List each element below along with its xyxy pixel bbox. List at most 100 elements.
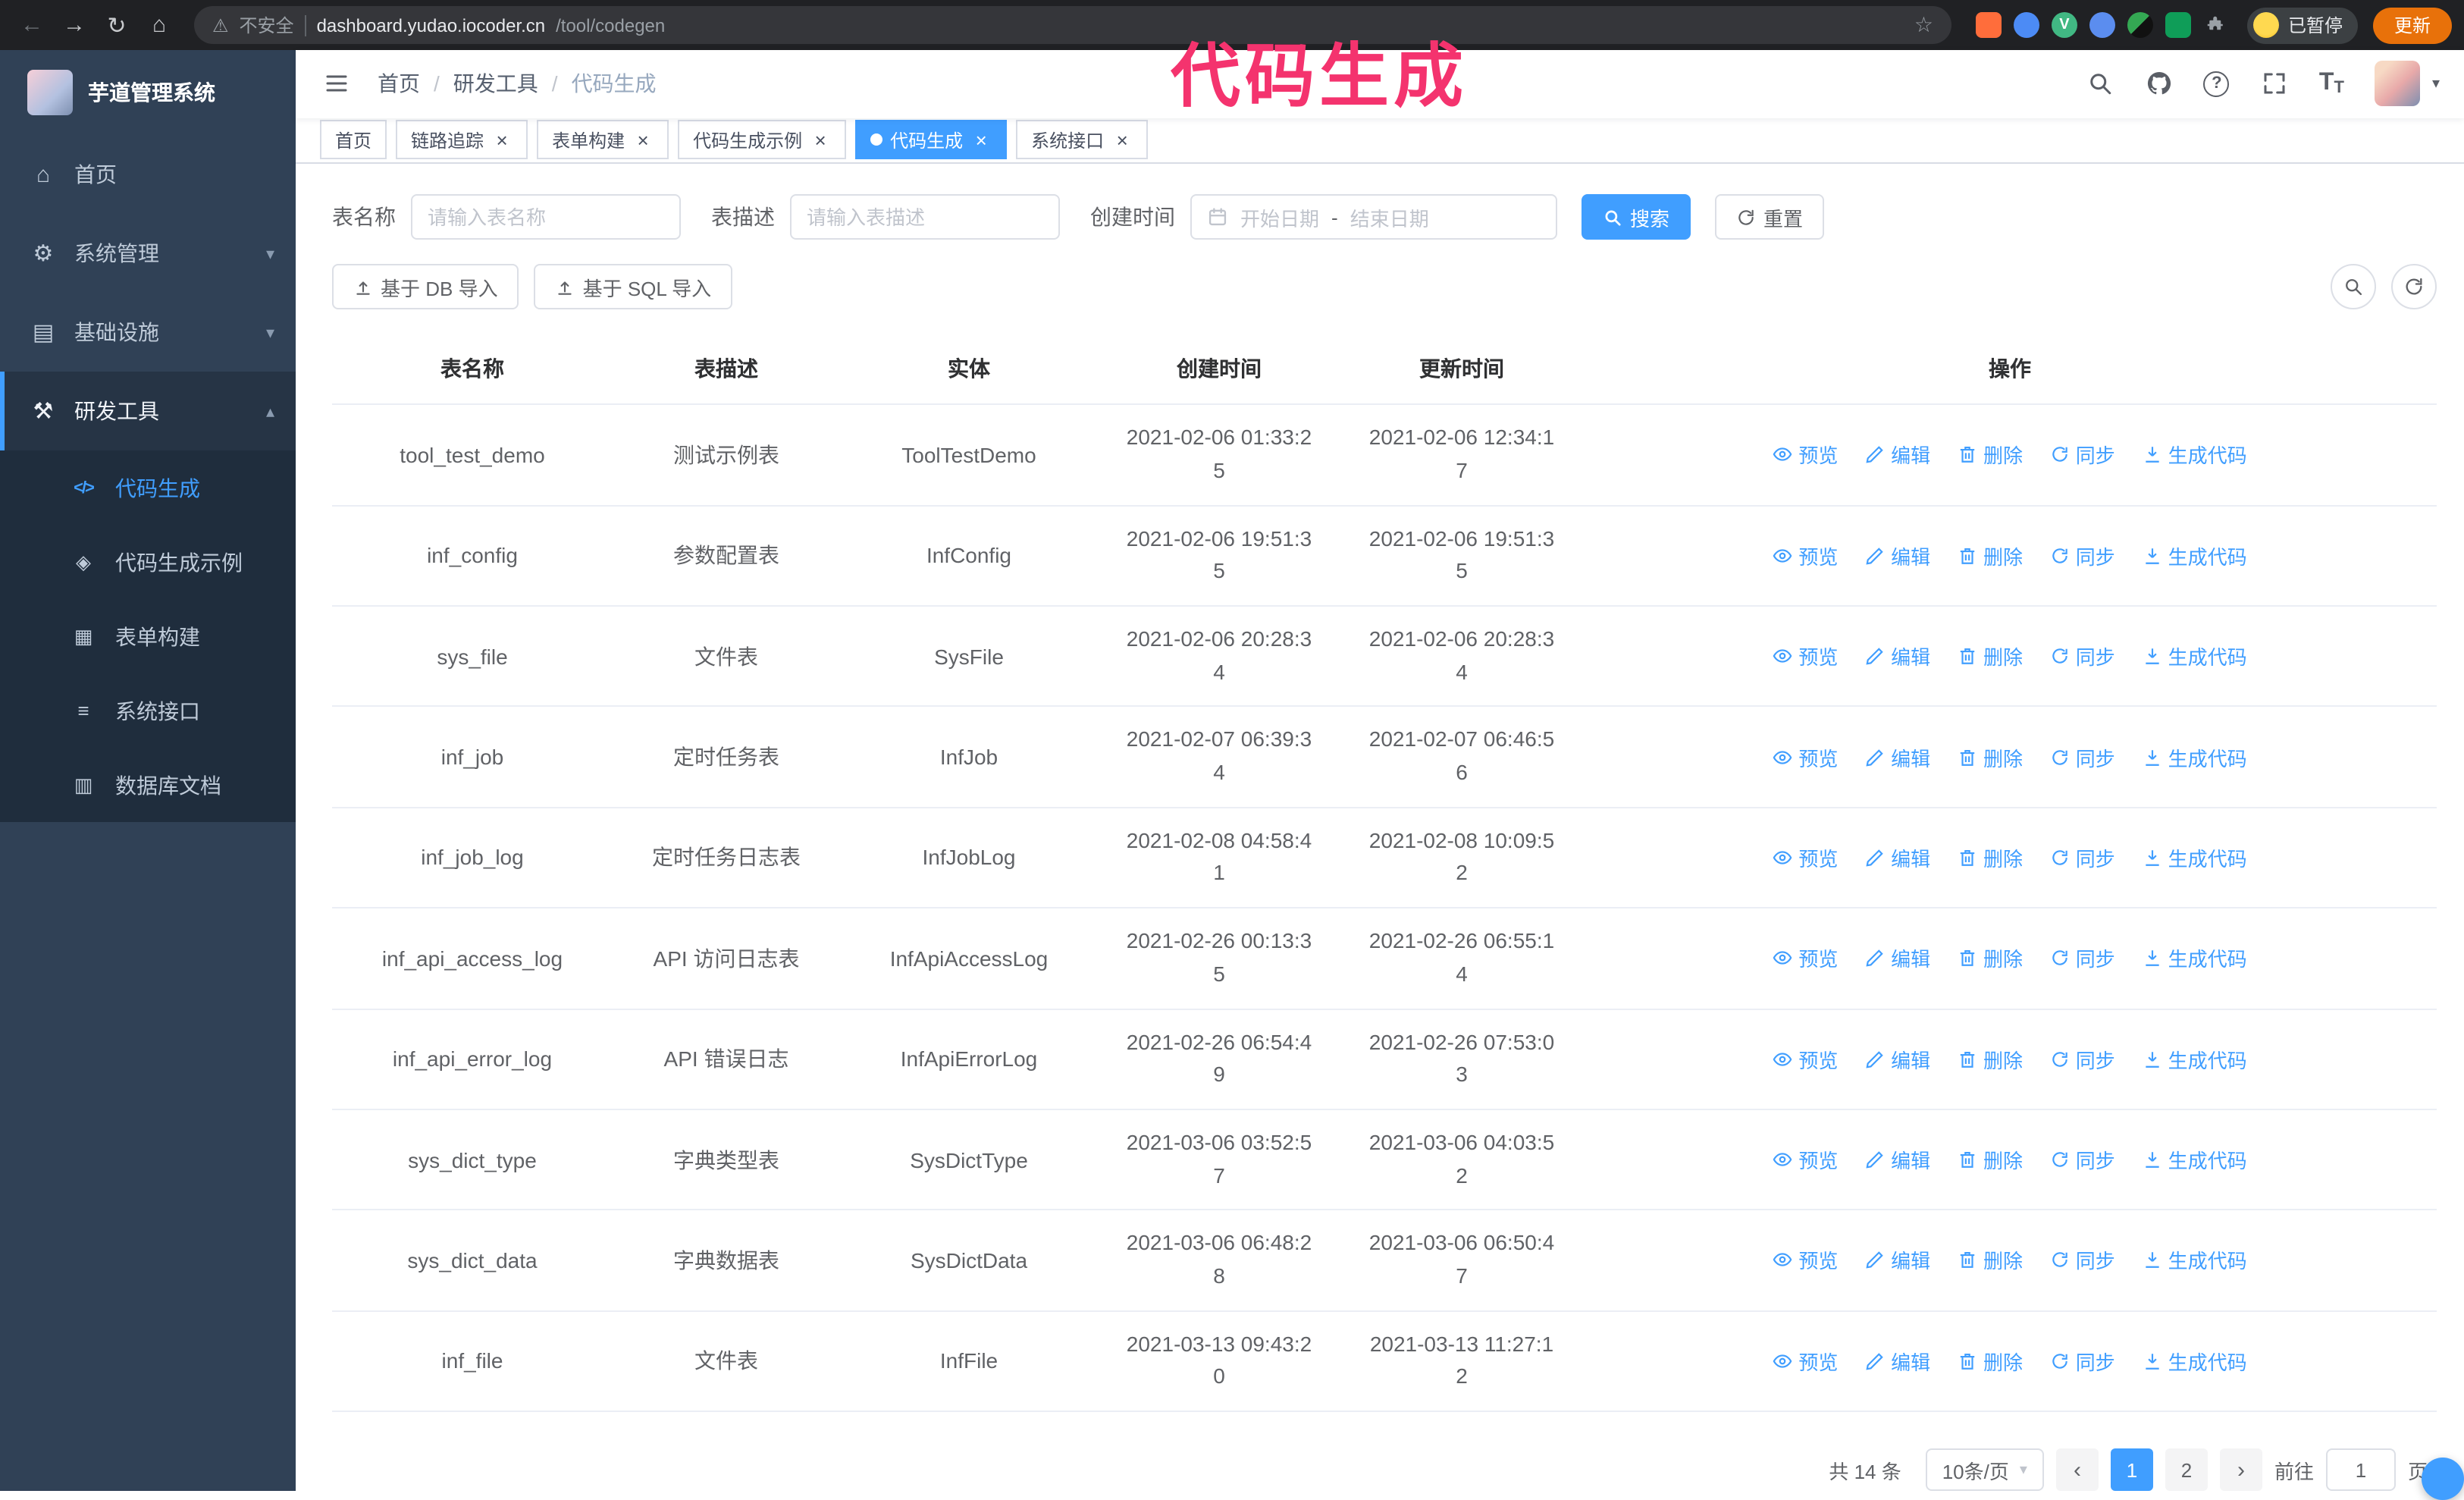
tab-close-icon[interactable]: × [810,130,831,151]
fullscreen-icon[interactable] [2260,70,2289,99]
sidebar-logo[interactable]: 芋道管理系统 [0,50,296,135]
edit-link[interactable]: 编辑 [1865,1246,1930,1275]
page-button-1[interactable]: 1 [2110,1448,2153,1491]
edit-link[interactable]: 编辑 [1865,1347,1930,1376]
tab-codegen-example[interactable]: 代码生成示例 × [678,120,847,160]
sidebar-item-system-management[interactable]: ⚙ 系统管理 ▾ [0,214,296,293]
generate-code-link[interactable]: 生成代码 [2143,843,2247,872]
goto-page-input[interactable] [2325,1448,2396,1491]
sidebar-item-codegen-example[interactable]: ◈ 代码生成示例 [0,525,296,599]
delete-link[interactable]: 删除 [1958,742,2023,771]
preview-link[interactable]: 预览 [1773,1347,1838,1376]
delete-link[interactable]: 删除 [1958,541,2023,570]
search-button[interactable]: 搜索 [1582,194,1691,240]
chrome-update-button[interactable]: 更新 [2372,7,2452,43]
table-name-input[interactable] [411,194,681,240]
github-icon[interactable] [2145,70,2174,99]
sidebar-item-form-builder[interactable]: ▦ 表单构建 [0,599,296,673]
date-range-picker[interactable]: 开始日期 - 结束日期 [1190,194,1557,240]
preview-link[interactable]: 预览 [1773,1246,1838,1275]
sync-link[interactable]: 同步 [2050,642,2115,670]
tab-home[interactable]: 首页 [320,120,387,160]
sync-link[interactable]: 同步 [2050,441,2115,469]
preview-link[interactable]: 预览 [1773,742,1838,771]
delete-link[interactable]: 删除 [1958,843,2023,872]
tab-system-api[interactable]: 系统接口 × [1016,120,1149,160]
sync-link[interactable]: 同步 [2050,1044,2115,1073]
import-db-button[interactable]: 基于 DB 导入 [332,264,519,310]
sidebar-item-home[interactable]: ⌂ 首页 [0,135,296,214]
prev-page-button[interactable]: ‹ [2055,1448,2099,1491]
browser-reload-icon[interactable]: ↻ [97,5,136,45]
generate-code-link[interactable]: 生成代码 [2143,1246,2247,1275]
preview-link[interactable]: 预览 [1773,944,1838,973]
extensions-puzzle-icon[interactable] [2203,12,2229,38]
generate-code-link[interactable]: 生成代码 [2143,1145,2247,1174]
delete-link[interactable]: 删除 [1958,944,2023,973]
sidebar-item-infrastructure[interactable]: ▤ 基础设施 ▾ [0,293,296,372]
delete-link[interactable]: 删除 [1958,642,2023,670]
extension-icon-1[interactable] [1975,12,2002,38]
floating-ball[interactable] [2422,1458,2464,1500]
browser-forward-icon[interactable]: → [55,5,94,45]
breadcrumb-dev-tools[interactable]: 研发工具 [453,69,538,99]
sync-link[interactable]: 同步 [2050,742,2115,771]
font-size-icon[interactable]: TT [2319,71,2344,98]
reset-button[interactable]: 重置 [1715,194,1825,240]
sync-link[interactable]: 同步 [2050,1145,2115,1174]
generate-code-link[interactable]: 生成代码 [2143,541,2247,570]
edit-link[interactable]: 编辑 [1865,944,1930,973]
generate-code-link[interactable]: 生成代码 [2143,642,2247,670]
delete-link[interactable]: 删除 [1958,1347,2023,1376]
preview-link[interactable]: 预览 [1773,843,1838,872]
generate-code-link[interactable]: 生成代码 [2143,441,2247,469]
generate-code-link[interactable]: 生成代码 [2143,944,2247,973]
preview-link[interactable]: 预览 [1773,1145,1838,1174]
sync-link[interactable]: 同步 [2050,944,2115,973]
sidebar-collapse-icon[interactable] [320,67,353,101]
generate-code-link[interactable]: 生成代码 [2143,742,2247,771]
next-page-button[interactable]: › [2219,1448,2262,1491]
search-icon[interactable] [2086,70,2114,99]
import-sql-button[interactable]: 基于 SQL 导入 [534,264,733,310]
table-desc-input[interactable] [790,194,1060,240]
preview-link[interactable]: 预览 [1773,1044,1838,1073]
refresh-table-button[interactable] [2391,264,2437,310]
edit-link[interactable]: 编辑 [1865,642,1930,670]
preview-link[interactable]: 预览 [1773,541,1838,570]
tab-close-icon[interactable]: × [1111,130,1133,151]
page-size-select[interactable]: 10条/页 ▾ [1925,1448,2044,1491]
extension-icon-2[interactable] [2013,12,2039,38]
tab-close-icon[interactable]: × [491,130,513,151]
avatar[interactable] [2374,61,2420,107]
breadcrumb-home[interactable]: 首页 [378,69,420,99]
edit-link[interactable]: 编辑 [1865,742,1930,771]
sync-link[interactable]: 同步 [2050,1347,2115,1376]
address-bar[interactable]: ⚠ 不安全 dashboard.yudao.iocoder.cn/tool/co… [194,6,1951,44]
extension-icon-4[interactable] [2089,12,2115,38]
preview-link[interactable]: 预览 [1773,441,1838,469]
sidebar-item-system-api[interactable]: ≡ 系统接口 [0,673,296,748]
extension-icon-5[interactable] [2127,12,2153,38]
delete-link[interactable]: 删除 [1958,1044,2023,1073]
browser-back-icon[interactable]: ← [12,5,52,45]
tab-close-icon[interactable]: × [632,130,654,151]
profile-paused-badge[interactable]: 已暂停 [2246,7,2358,43]
tab-codegen[interactable]: 代码生成 × [855,120,1008,160]
tab-form-builder[interactable]: 表单构建 × [537,120,669,160]
tab-link-tracking[interactable]: 链路追踪 × [396,120,528,160]
bookmark-star-icon[interactable]: ☆ [1914,12,1933,38]
sidebar-item-codegen[interactable]: </> 代码生成 [0,450,296,525]
sync-link[interactable]: 同步 [2050,541,2115,570]
help-icon[interactable]: ? [2203,71,2230,97]
edit-link[interactable]: 编辑 [1865,441,1930,469]
preview-link[interactable]: 预览 [1773,642,1838,670]
edit-link[interactable]: 编辑 [1865,1145,1930,1174]
delete-link[interactable]: 删除 [1958,1145,2023,1174]
extension-icon-6[interactable] [2165,12,2191,38]
toggle-search-button[interactable] [2331,264,2376,310]
tab-close-icon[interactable]: × [970,130,992,151]
extension-icon-vue-devtools[interactable]: V [2051,12,2077,38]
sidebar-item-db-doc[interactable]: ▥ 数据库文档 [0,748,296,822]
edit-link[interactable]: 编辑 [1865,541,1930,570]
